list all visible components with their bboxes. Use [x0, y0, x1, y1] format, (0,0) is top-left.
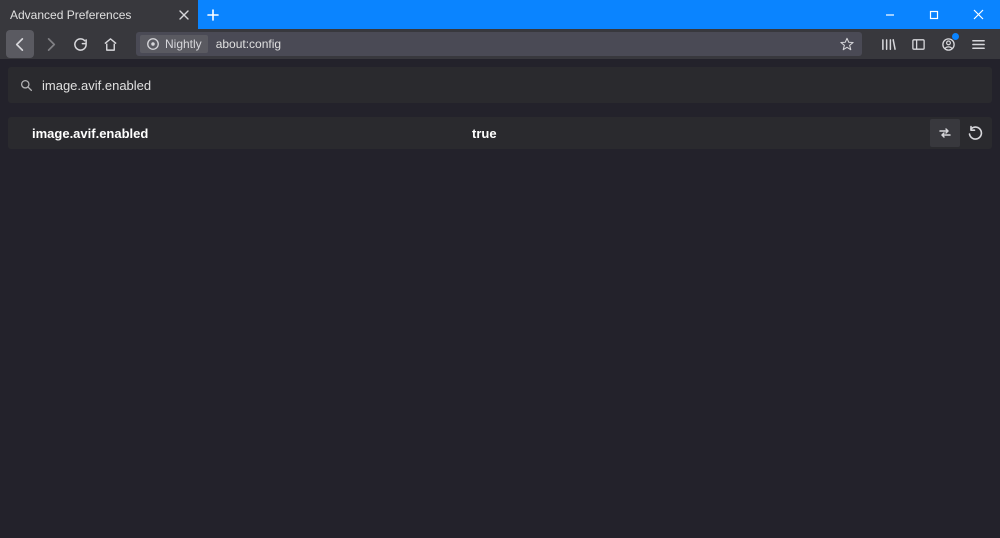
- reset-button[interactable]: [960, 119, 990, 147]
- window-controls: [868, 0, 1000, 29]
- preference-search-row: [8, 67, 992, 103]
- back-button[interactable]: [6, 30, 34, 58]
- preference-row: image.avif.enabled true: [8, 117, 992, 149]
- window-close-button[interactable]: [956, 0, 1000, 29]
- firefox-icon: [146, 37, 160, 51]
- preference-actions: [930, 117, 992, 149]
- url-bar[interactable]: Nightly about:config: [136, 32, 862, 56]
- preference-value: true: [472, 126, 930, 141]
- preference-name: image.avif.enabled: [32, 126, 472, 141]
- navigation-toolbar: Nightly about:config: [0, 29, 1000, 59]
- forward-button[interactable]: [36, 30, 64, 58]
- title-bar: Advanced Preferences: [0, 0, 1000, 29]
- bookmark-star-button[interactable]: [836, 37, 858, 51]
- tab-title: Advanced Preferences: [10, 8, 168, 22]
- tab-close-button[interactable]: [176, 7, 192, 23]
- app-menu-button[interactable]: [964, 30, 992, 58]
- sidebars-button[interactable]: [904, 30, 932, 58]
- identity-label: Nightly: [165, 37, 202, 51]
- new-tab-button[interactable]: [198, 0, 228, 29]
- window-minimize-button[interactable]: [868, 0, 912, 29]
- search-icon: [18, 77, 34, 93]
- tab-active[interactable]: Advanced Preferences: [0, 0, 198, 29]
- url-text[interactable]: about:config: [208, 37, 836, 51]
- home-button[interactable]: [96, 30, 124, 58]
- toggle-button[interactable]: [930, 119, 960, 147]
- preference-search-input[interactable]: [42, 78, 982, 93]
- identity-box[interactable]: Nightly: [140, 35, 208, 53]
- notification-dot-icon: [952, 33, 959, 40]
- library-button[interactable]: [874, 30, 902, 58]
- window-maximize-button[interactable]: [912, 0, 956, 29]
- about-config-content: image.avif.enabled true: [0, 59, 1000, 538]
- account-button[interactable]: [934, 30, 962, 58]
- reload-button[interactable]: [66, 30, 94, 58]
